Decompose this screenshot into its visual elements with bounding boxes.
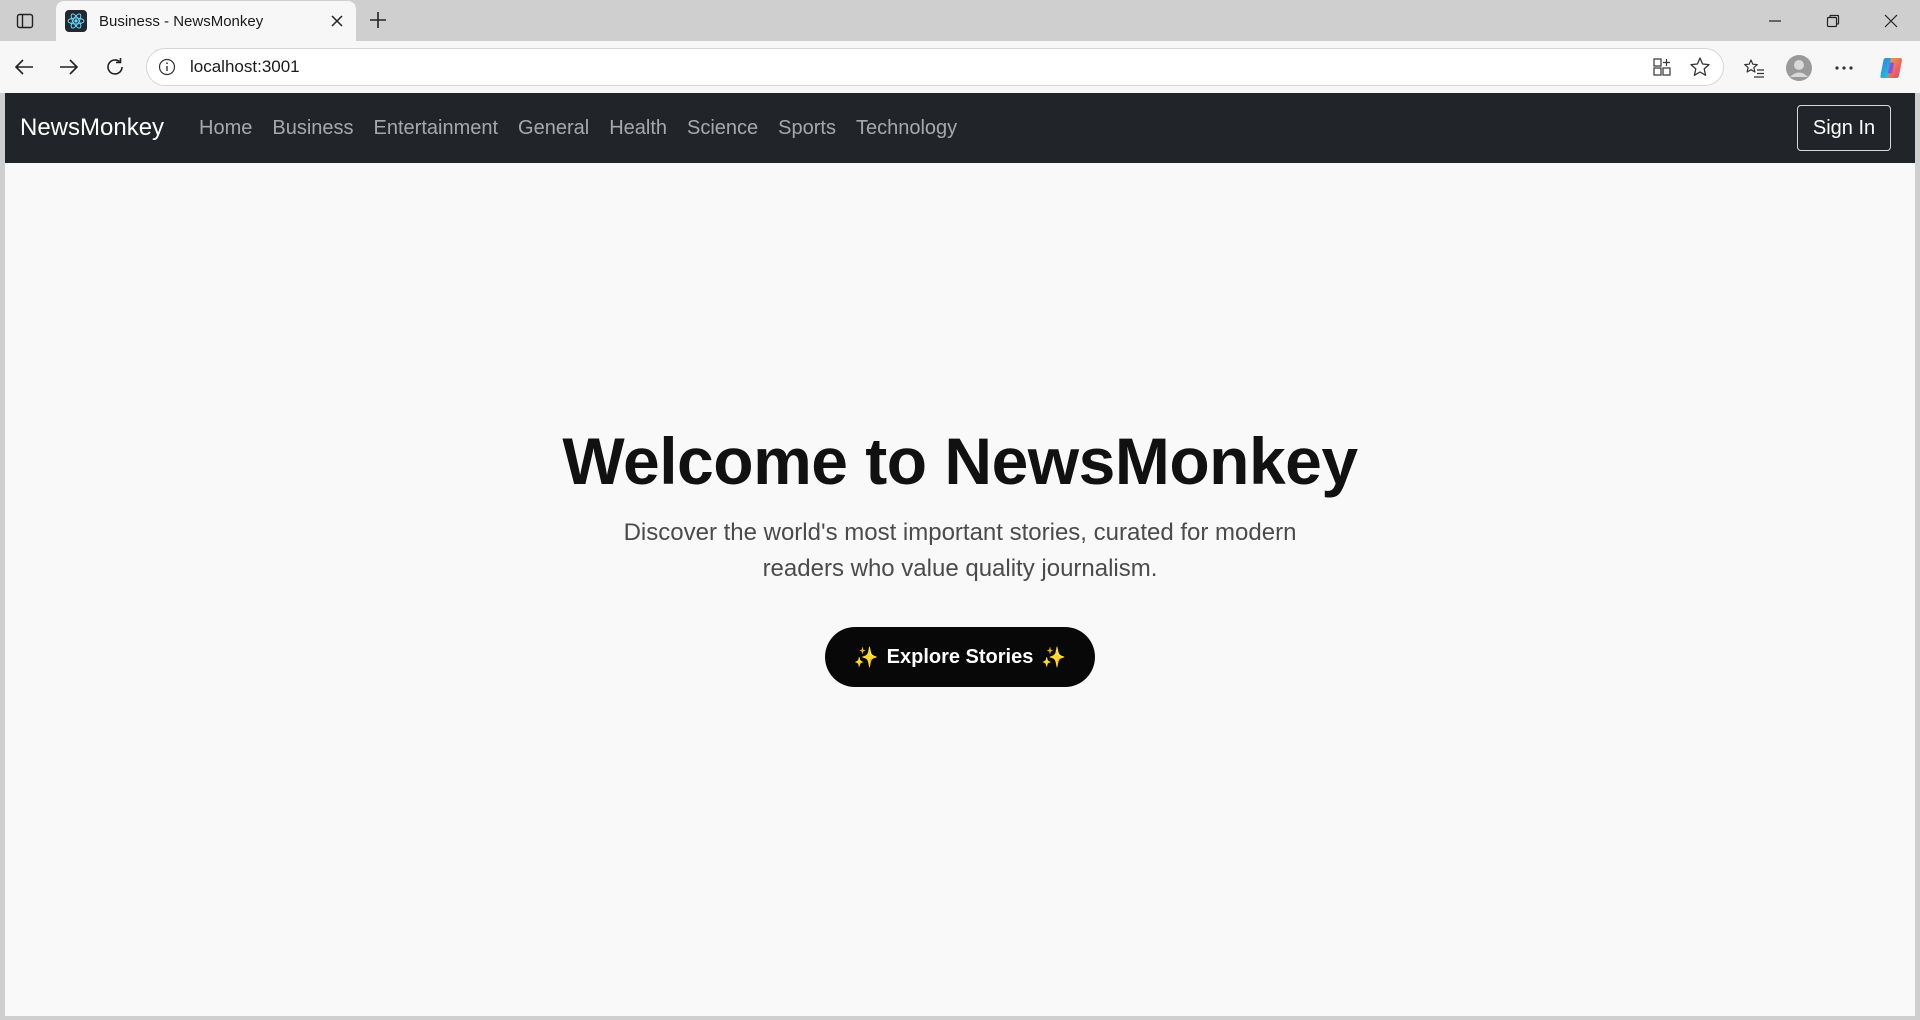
hero-subtitle: Discover the world's most important stor…	[623, 519, 1297, 582]
page-viewport: NewsMonkey Home Business Entertainment G…	[5, 93, 1915, 1016]
browser-tab-bar: Business - NewsMonkey	[0, 0, 1920, 41]
nav-link-entertainment[interactable]: Entertainment	[374, 117, 499, 140]
brand-logo[interactable]: NewsMonkey	[20, 114, 164, 142]
sparkle-icon: ✨	[1041, 646, 1067, 669]
new-tab-button[interactable]	[364, 6, 392, 34]
site-navbar: NewsMonkey Home Business Entertainment G…	[5, 93, 1915, 163]
tab-title: Business - NewsMonkey	[99, 12, 264, 30]
nav-link-general[interactable]: General	[518, 117, 589, 140]
close-window-button[interactable]	[1862, 0, 1920, 41]
app-available-icon[interactable]	[1647, 52, 1677, 82]
react-favicon-icon	[65, 10, 87, 32]
nav-link-technology[interactable]: Technology	[856, 117, 957, 140]
url-text[interactable]: localhost:3001	[190, 57, 1647, 77]
more-icon[interactable]	[1828, 52, 1860, 84]
sparkle-icon: ✨	[853, 646, 879, 669]
nav-links: Home Business Entertainment General Heal…	[199, 117, 977, 140]
browser-toolbar: localhost:3001	[0, 41, 1920, 93]
plus-icon	[370, 12, 386, 28]
nav-link-business[interactable]: Business	[272, 117, 353, 140]
nav-link-home[interactable]: Home	[199, 117, 252, 140]
back-button[interactable]	[10, 53, 38, 81]
address-bar[interactable]: localhost:3001	[146, 48, 1724, 86]
copilot-icon[interactable]	[1876, 52, 1908, 84]
close-icon	[1884, 14, 1898, 27]
sidebar-toggle-button[interactable]	[12, 8, 38, 34]
nav-link-sports[interactable]: Sports	[778, 117, 836, 140]
nav-link-science[interactable]: Science	[687, 117, 758, 140]
tab-close-button[interactable]	[324, 8, 350, 34]
hero-title: Welcome to NewsMonkey	[562, 424, 1358, 498]
explore-stories-button[interactable]: ✨ Explore Stories ✨	[825, 627, 1095, 687]
restore-button[interactable]	[1804, 0, 1862, 41]
sidebar-toggle-icon	[16, 13, 34, 29]
minimize-icon	[1769, 19, 1781, 22]
forward-icon	[60, 59, 79, 75]
sign-in-button[interactable]: Sign In	[1797, 105, 1891, 151]
nav-link-health[interactable]: Health	[609, 117, 667, 140]
explore-stories-label: Explore Stories	[886, 645, 1034, 668]
info-icon[interactable]	[156, 56, 178, 78]
back-icon	[14, 59, 33, 75]
profile-icon[interactable]	[1783, 52, 1815, 84]
close-icon	[331, 15, 343, 27]
refresh-button[interactable]	[101, 53, 129, 81]
favorites-list-icon[interactable]	[1738, 52, 1770, 84]
refresh-icon	[107, 58, 123, 75]
forward-button[interactable]	[55, 53, 83, 81]
restore-icon	[1826, 14, 1840, 27]
browser-tab[interactable]: Business - NewsMonkey	[56, 1, 356, 41]
minimize-button[interactable]	[1746, 0, 1804, 41]
favorite-star-icon[interactable]	[1685, 52, 1715, 82]
